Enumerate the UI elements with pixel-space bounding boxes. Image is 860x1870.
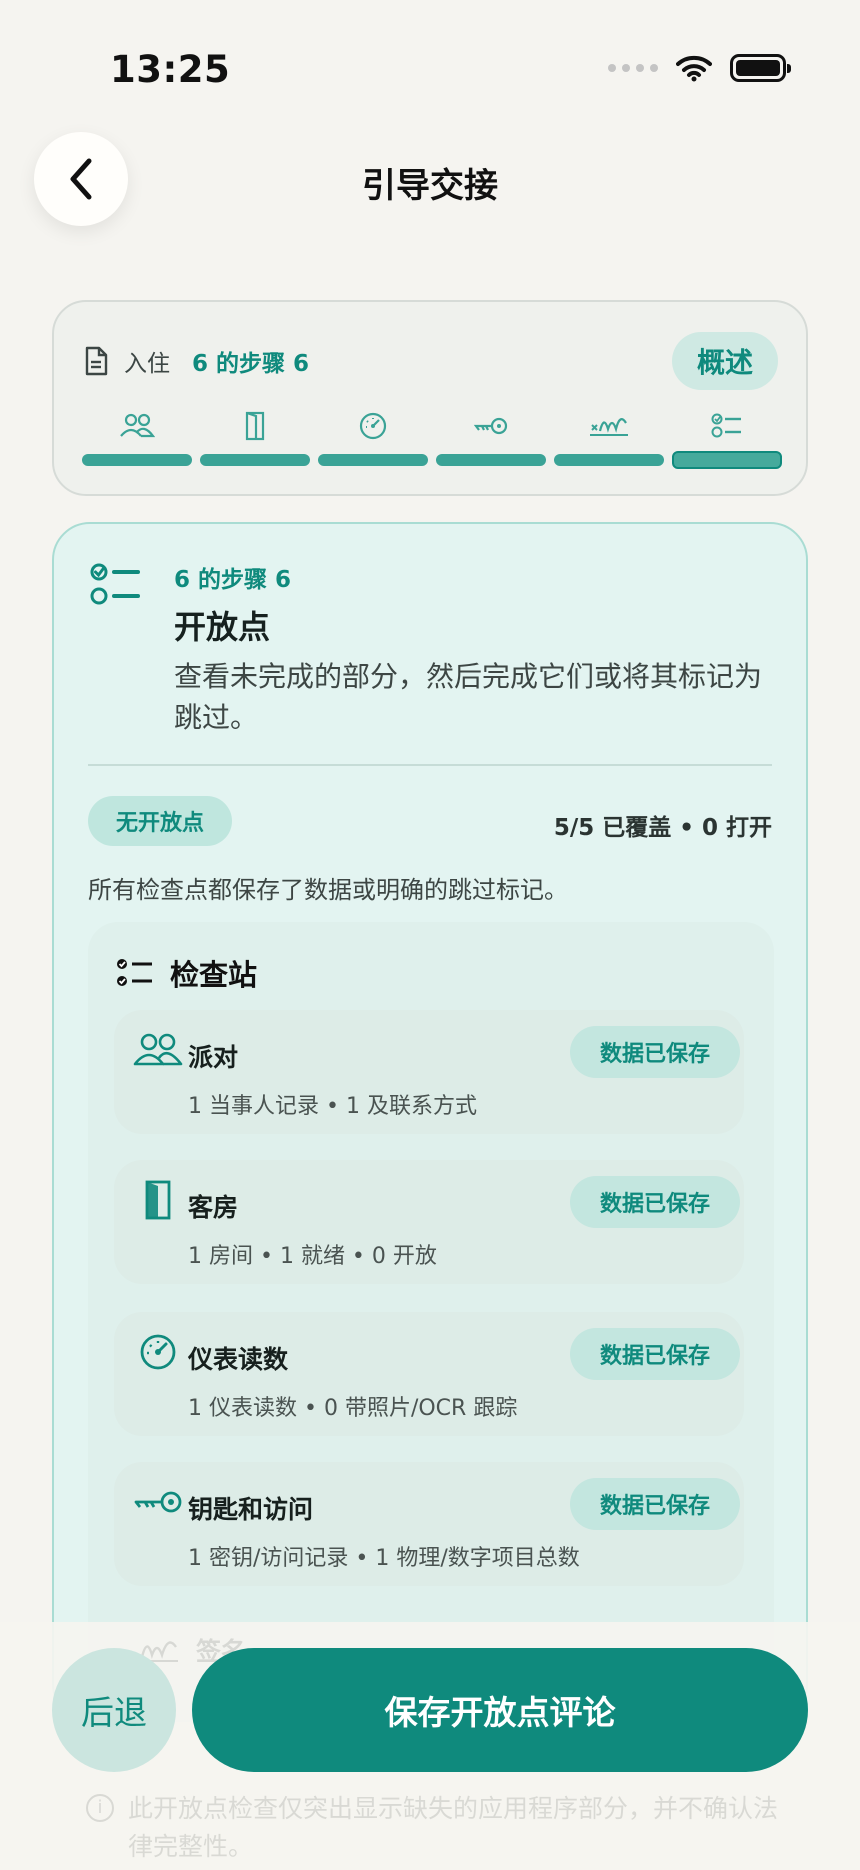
- status-time: 13:25: [110, 48, 231, 91]
- status-bar: 13:25: [0, 0, 860, 140]
- checkpoint-detail: 1 当事人记录 • 1 及联系方式: [188, 1094, 477, 1119]
- step-bar: [318, 454, 428, 466]
- checkpoints-panel: 检查站 派对 1 当事人记录 • 1 及联系方式 数据已保存 客房 1 房间 •…: [88, 922, 774, 1722]
- progress-section-label: 入住: [124, 351, 170, 377]
- checkpoint-rooms[interactable]: 客房 1 房间 • 1 就绪 • 0 开放 数据已保存: [114, 1160, 744, 1284]
- key-icon: [473, 417, 508, 435]
- wifi-icon: [676, 55, 712, 82]
- checkpoint-detail: 1 密钥/访问记录 • 1 物理/数字项目总数: [188, 1546, 580, 1571]
- people-icon: [132, 1030, 184, 1070]
- battery-icon: [730, 54, 791, 82]
- status-badge: 无开放点: [88, 796, 232, 846]
- checkpoint-name: 钥匙和访问: [188, 1495, 314, 1524]
- checklist-icon: [90, 562, 142, 612]
- checkpoint-name: 客房: [188, 1193, 239, 1222]
- progress-step-label: 6 的步骤 6: [192, 351, 310, 377]
- progress-card: 入住 6 的步骤 6 概述: [52, 300, 808, 496]
- door-icon: [132, 1180, 184, 1220]
- checkpoint-keys[interactable]: 钥匙和访问 1 密钥/访问记录 • 1 物理/数字项目总数 数据已保存: [114, 1462, 744, 1586]
- checkpoint-detail: 1 房间 • 1 就绪 • 0 开放: [188, 1244, 437, 1269]
- status-badge: 数据已保存: [570, 1478, 740, 1530]
- status-badge: 数据已保存: [570, 1026, 740, 1078]
- card-step-label: 6 的步骤 6: [174, 567, 292, 593]
- gauge-icon: [359, 412, 387, 440]
- step-indicator: [82, 410, 782, 469]
- checkpoint-detail: 1 仪表读数 • 0 带照片/OCR 跟踪: [188, 1396, 518, 1421]
- progress-header: 入住 6 的步骤 6: [84, 344, 309, 378]
- open-points-card: 6 的步骤 6 开放点 查看未完成的部分，然后完成它们或将其标记为跳过。 无开放…: [52, 522, 808, 1722]
- door-icon: [245, 411, 265, 441]
- coverage-summary: 5/5 已覆盖 • 0 打开: [553, 815, 772, 841]
- status-badge: 数据已保存: [570, 1328, 740, 1380]
- step-keys[interactable]: [436, 410, 546, 469]
- summary-text: 所有检查点都保存了数据或明确的跳过标记。: [88, 876, 568, 904]
- checkpoint-parties[interactable]: 派对 1 当事人记录 • 1 及联系方式 数据已保存: [114, 1010, 744, 1134]
- status-icons: [608, 54, 791, 82]
- divider: [88, 764, 772, 766]
- step-bar: [554, 454, 664, 466]
- save-review-button[interactable]: 保存开放点评论: [192, 1648, 808, 1772]
- key-icon: [132, 1482, 184, 1522]
- step-bar: [436, 454, 546, 466]
- document-icon: [85, 346, 108, 376]
- step-meters[interactable]: [318, 410, 428, 469]
- checkpoint-meters[interactable]: 仪表读数 1 仪表读数 • 0 带照片/OCR 跟踪 数据已保存: [114, 1312, 744, 1436]
- step-signature[interactable]: [554, 410, 664, 469]
- gauge-icon: [132, 1332, 184, 1372]
- back-step-button[interactable]: 后退: [52, 1648, 176, 1772]
- step-parties[interactable]: [82, 410, 192, 469]
- step-bar: [82, 454, 192, 466]
- step-rooms[interactable]: [200, 410, 310, 469]
- overview-button[interactable]: 概述: [672, 332, 778, 390]
- checkpoint-name: 派对: [188, 1043, 239, 1072]
- step-bar: [200, 454, 310, 466]
- people-icon: [120, 413, 155, 438]
- checkpoints-header: 检查站: [116, 952, 257, 994]
- card-title: 开放点: [174, 608, 271, 646]
- status-badge: 数据已保存: [570, 1176, 740, 1228]
- step-open-points[interactable]: [672, 410, 782, 469]
- checkpoint-name: 仪表读数: [188, 1345, 289, 1374]
- step-bar: [672, 451, 782, 469]
- checkpoints-title: 检查站: [170, 958, 258, 992]
- checklist-icon: [711, 413, 741, 438]
- info-icon: i: [86, 1794, 114, 1822]
- card-description: 查看未完成的部分，然后完成它们或将其标记为跳过。: [174, 660, 763, 734]
- signature-icon: [590, 418, 628, 436]
- footer-note: i 此开放点检查仅突出显示缺失的应用程序部分，并不确认法律完整性。: [86, 1790, 786, 1866]
- checklist-icon: [117, 959, 152, 986]
- signal-icon: [608, 64, 658, 72]
- page-title: 引导交接: [362, 166, 498, 206]
- footer-note-text: 此开放点检查仅突出显示缺失的应用程序部分，并不确认法律完整性。: [128, 1794, 779, 1861]
